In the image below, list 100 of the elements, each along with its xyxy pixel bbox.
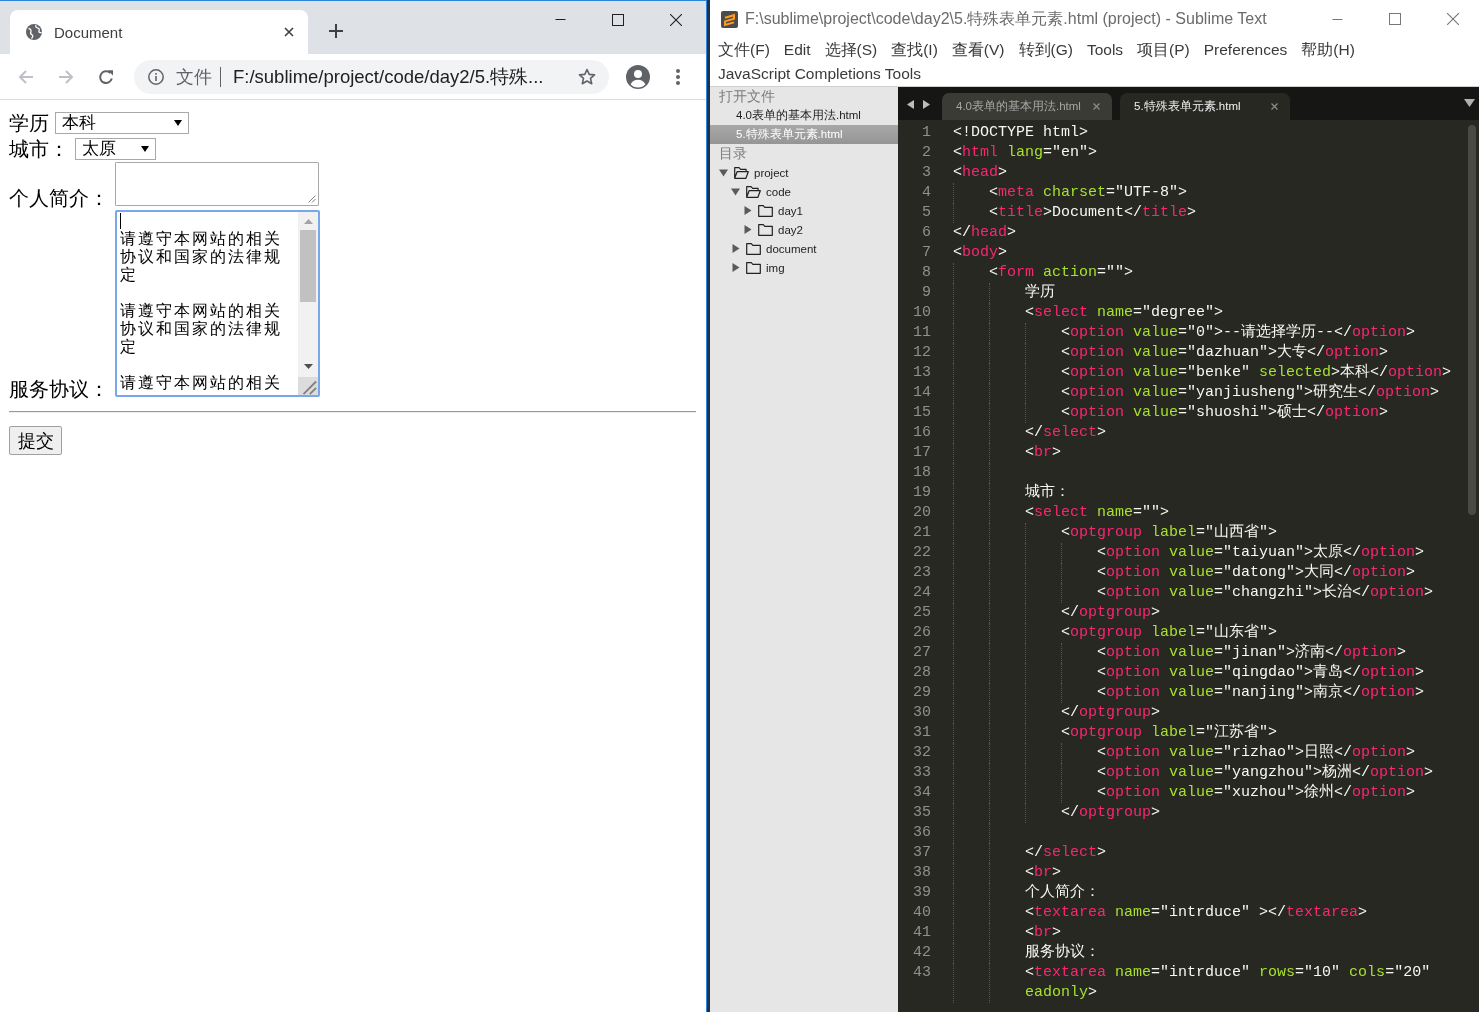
code-line: </select> bbox=[1025, 423, 1107, 443]
code-line: <option value="xuzhou">徐州</option> bbox=[1097, 783, 1416, 803]
folder-name[interactable]: day1 bbox=[778, 204, 803, 217]
submit-button[interactable]: 提交 bbox=[9, 426, 62, 455]
line-number: 6 bbox=[921, 223, 931, 243]
menu-item[interactable]: Edit bbox=[783, 38, 811, 62]
plus-icon[interactable] bbox=[329, 24, 343, 38]
star-icon[interactable] bbox=[578, 67, 596, 86]
folder-name[interactable]: day2 bbox=[778, 223, 803, 236]
caret-left-icon[interactable] bbox=[907, 100, 914, 109]
caret-right-icon[interactable] bbox=[743, 225, 752, 234]
menu-item[interactable]: 项目(P) bbox=[1137, 38, 1190, 62]
menu-item[interactable]: Preferences bbox=[1203, 38, 1288, 62]
minimize-icon[interactable] bbox=[555, 19, 566, 20]
menu-icon[interactable] bbox=[676, 68, 680, 85]
code-line: 服务协议： bbox=[1025, 943, 1100, 963]
scrollbar[interactable] bbox=[1468, 125, 1476, 515]
maximize-icon[interactable] bbox=[612, 13, 624, 26]
menu-item[interactable]: Tools bbox=[1086, 38, 1124, 62]
line-number: 3 bbox=[921, 163, 931, 183]
scroll-down-icon[interactable] bbox=[303, 364, 313, 369]
dropdown[interactable]: 本科 bbox=[55, 111, 189, 134]
editor-tab[interactable]: 5.特殊表单元素.html bbox=[1120, 93, 1290, 120]
line-number: 42 bbox=[912, 943, 931, 963]
code-line: </optgroup> bbox=[1061, 603, 1161, 623]
line-number: 40 bbox=[912, 903, 931, 923]
folder-name[interactable]: project bbox=[754, 166, 789, 179]
agreement-text: 请遵守本网站的相关协议和国家的法律规定 bbox=[120, 230, 283, 284]
field-label: 个人简介： bbox=[9, 186, 109, 210]
editor-tab[interactable]: 4.0表单的基本用法.html bbox=[942, 93, 1112, 120]
caret-down-icon[interactable] bbox=[731, 187, 740, 196]
agreement-text: 请遵守本网站的相关协议和国家的法律规定 bbox=[120, 302, 283, 356]
caret-right-icon[interactable] bbox=[743, 206, 752, 215]
line-number: 11 bbox=[912, 323, 931, 343]
caret-right-icon[interactable] bbox=[923, 100, 930, 109]
code-line: <title>Document</title> bbox=[989, 203, 1197, 223]
close-icon[interactable] bbox=[284, 27, 294, 37]
caret-down-icon[interactable] bbox=[1464, 99, 1475, 107]
code-line: <form action=""> bbox=[989, 263, 1134, 283]
account-icon[interactable] bbox=[626, 64, 650, 89]
code-line: <br> bbox=[1025, 923, 1062, 943]
caret-down-icon[interactable] bbox=[719, 168, 728, 177]
line-number: 23 bbox=[912, 563, 931, 583]
code-line: <option value="qingdao">青岛</option> bbox=[1097, 663, 1425, 683]
menu-item[interactable]: 查看(V) bbox=[951, 38, 1005, 62]
field-label: 服务协议： bbox=[9, 377, 109, 401]
line-number: 24 bbox=[912, 583, 931, 603]
code-line: <option value="rizhao">日照</option> bbox=[1097, 743, 1416, 763]
line-number: 25 bbox=[912, 603, 931, 623]
app-icon bbox=[721, 10, 738, 28]
line-number: 16 bbox=[912, 423, 931, 443]
menu-item[interactable]: 帮助(H) bbox=[1301, 38, 1355, 62]
code-line: <body> bbox=[953, 243, 1008, 263]
open-file-item[interactable]: 4.0表单的基本用法.html bbox=[710, 106, 898, 125]
line-number: 8 bbox=[921, 263, 931, 283]
url-text[interactable]: F:/sublime/project/code/day2/5.特殊... bbox=[233, 64, 544, 89]
menu-item[interactable]: JavaScript Completions Tools bbox=[718, 62, 922, 86]
code-line: <textarea name="intrduce" rows="10" cols="20" eadonly> bbox=[1025, 963, 1431, 1003]
caret-right-icon[interactable] bbox=[731, 244, 740, 253]
folder-name[interactable]: img bbox=[766, 261, 785, 274]
code-line: <head> bbox=[953, 163, 1008, 183]
code-line: <option value="0">--请选择学历--</option> bbox=[1061, 323, 1416, 343]
menu-item[interactable]: 转到(G) bbox=[1018, 38, 1073, 62]
folder-name[interactable]: code bbox=[766, 185, 791, 198]
menu-item[interactable]: 选择(S) bbox=[824, 38, 878, 62]
line-number: 34 bbox=[912, 783, 931, 803]
code-line: <option value="jinan">济南</option> bbox=[1097, 643, 1407, 663]
text-cursor-icon bbox=[120, 213, 121, 229]
scrollbar-thumb[interactable] bbox=[300, 230, 316, 302]
line-number: 1 bbox=[921, 123, 931, 143]
resize-handle-icon[interactable] bbox=[306, 193, 316, 203]
window-title: F:\sublime\project\code\day2\5.特殊表单元素.html (project) - Sublime Text bbox=[745, 8, 1267, 29]
code-line: <option value="benke" selected>本科</option> bbox=[1061, 363, 1452, 383]
code-line: 城市： bbox=[1025, 483, 1070, 503]
caret-right-icon[interactable] bbox=[731, 263, 740, 272]
field-label: 城市： bbox=[9, 136, 69, 161]
dropdown[interactable]: 太原 bbox=[75, 137, 156, 160]
line-number: 32 bbox=[912, 743, 931, 763]
code-line: <option value="changzhi">长治</option> bbox=[1097, 583, 1434, 603]
folder-icon bbox=[758, 204, 773, 217]
sidebar-heading: 目录 bbox=[718, 144, 748, 163]
minimize-icon[interactable] bbox=[1332, 18, 1343, 20]
code-line: <select name="degree"> bbox=[1025, 303, 1224, 323]
folder-name[interactable]: document bbox=[766, 242, 817, 255]
scrollbar[interactable] bbox=[298, 212, 318, 377]
line-number: 33 bbox=[912, 763, 931, 783]
code-line: <textarea name="intrduce" ></textarea> bbox=[1025, 903, 1368, 923]
info-icon[interactable] bbox=[148, 68, 164, 85]
line-number: 39 bbox=[912, 883, 931, 903]
menu-item[interactable]: 文件(F) bbox=[718, 38, 770, 62]
code-line: 学历 bbox=[1025, 283, 1055, 303]
browser-tab[interactable]: Document bbox=[10, 10, 308, 54]
resize-handle-icon[interactable] bbox=[298, 377, 318, 395]
close-icon[interactable] bbox=[670, 13, 682, 26]
text-area[interactable]: 请遵守本网站的相关协议和国家的法律规定 请遵守本网站的相关协议和国家的法律规定 请遵守本网站的相关 bbox=[115, 210, 320, 397]
address-bar[interactable]: 文件 F:/sublime/project/code/day2/5.特殊... bbox=[134, 59, 609, 94]
reload-icon[interactable] bbox=[98, 68, 114, 85]
menu-item[interactable]: 查找(I) bbox=[891, 38, 938, 62]
code-line: <option value="datong">大同</option> bbox=[1097, 563, 1416, 583]
line-number: 5 bbox=[921, 203, 931, 223]
